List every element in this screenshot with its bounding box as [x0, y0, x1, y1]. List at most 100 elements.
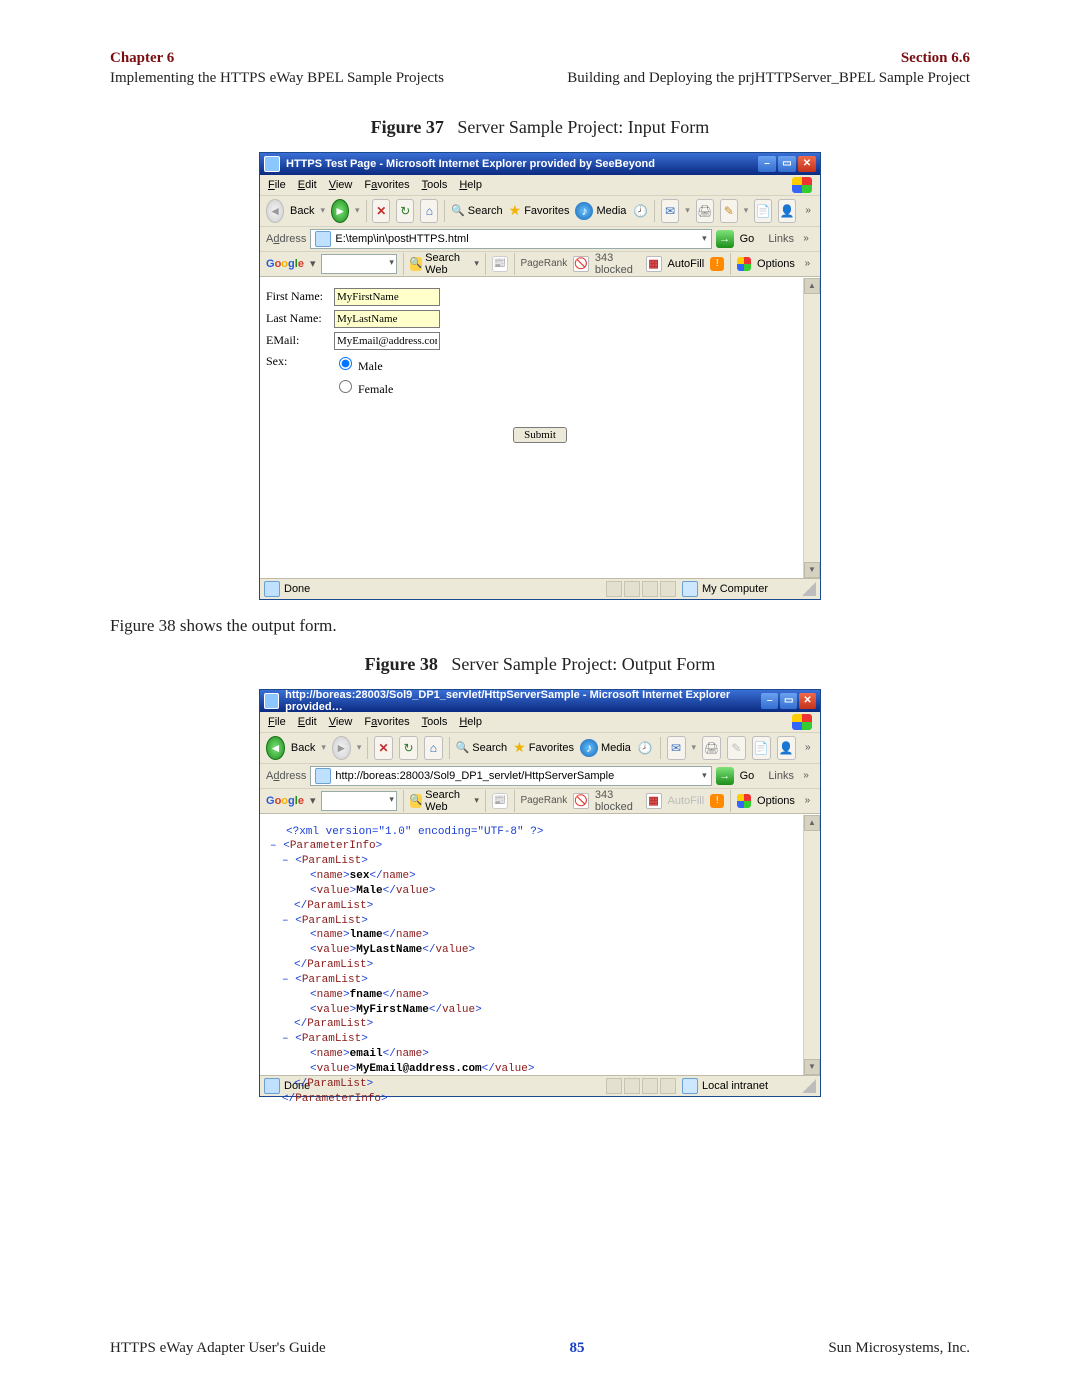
google-autofill[interactable]: ▦AutoFill [646, 793, 705, 809]
first-name-input[interactable] [334, 288, 440, 306]
forward-button[interactable]: ► [331, 199, 349, 223]
scrollbar[interactable]: ▲ ▼ [803, 278, 820, 578]
search-button[interactable]: 🔍Search [456, 741, 508, 754]
google-overflow[interactable]: » [801, 253, 814, 275]
forward-button[interactable]: ► [332, 736, 351, 760]
google-news[interactable]: 📰 [492, 256, 508, 272]
messenger-button[interactable]: 👤 [777, 736, 796, 760]
discuss-button[interactable]: 📄 [752, 736, 771, 760]
google-alert[interactable]: ! [710, 257, 724, 271]
status-page-icon [264, 581, 280, 597]
go-label: Go [740, 770, 755, 782]
favorites-button[interactable]: ★Favorites [509, 202, 570, 219]
last-name-input[interactable] [334, 310, 440, 328]
discuss-button[interactable]: 📄 [754, 199, 772, 223]
go-button[interactable]: → [716, 767, 734, 785]
print-button[interactable]: 🖨 [702, 736, 721, 760]
chapter-label: Chapter 6 [110, 48, 444, 68]
window-title: http://boreas:28003/Sol9_DP1_servlet/Htt… [285, 689, 759, 713]
google-blocked[interactable]: 🚫343 blocked [573, 252, 639, 276]
google-search-web[interactable]: 🔍Search Web▾ [410, 252, 479, 276]
edit-button[interactable]: ✎ [727, 736, 746, 760]
messenger-button[interactable]: 👤 [778, 199, 796, 223]
page-icon [315, 768, 331, 784]
ie-icon [264, 693, 279, 709]
footer-page-number: 85 [569, 1340, 584, 1357]
close-button[interactable]: ✕ [799, 693, 816, 709]
google-search-input[interactable]: ▾ [321, 791, 396, 811]
favorites-button[interactable]: ★Favorites [513, 739, 574, 756]
xml-output: <?xml version="1.0" encoding="UTF-8" ?>–… [260, 815, 820, 1115]
body-paragraph: Figure 38 shows the output form. [110, 616, 970, 636]
back-button[interactable]: ◄ [266, 736, 285, 760]
google-alert[interactable]: ! [710, 794, 724, 808]
close-button[interactable]: ✕ [798, 156, 816, 172]
media-button[interactable]: ♪Media [580, 739, 631, 757]
menu-edit[interactable]: Edit [298, 179, 317, 191]
menu-favorites[interactable]: Favorites [364, 179, 409, 191]
google-search-input[interactable]: ▾ [321, 254, 396, 274]
menu-tools[interactable]: Tools [422, 716, 448, 728]
toolbar-overflow[interactable]: » [802, 737, 814, 759]
menu-tools[interactable]: Tools [422, 179, 448, 191]
content-area: ▲ ▼ <?xml version="1.0" encoding="UTF-8"… [260, 814, 820, 1076]
scrollbar[interactable]: ▲ ▼ [803, 815, 820, 1075]
print-button[interactable]: 🖨 [696, 199, 714, 223]
maximize-button[interactable]: ▭ [778, 156, 796, 172]
windows-logo-icon [792, 177, 812, 193]
menu-help[interactable]: Help [459, 716, 482, 728]
refresh-button[interactable]: ↻ [396, 199, 414, 223]
google-options[interactable]: Options [737, 794, 795, 808]
google-blocked[interactable]: 🚫343 blocked [573, 789, 639, 813]
mail-button[interactable]: ✉ [661, 199, 679, 223]
history-button[interactable]: 🕗 [637, 737, 654, 759]
scroll-up-icon[interactable]: ▲ [804, 815, 820, 831]
google-autofill[interactable]: ▦AutoFill [646, 256, 705, 272]
minimize-button[interactable]: – [758, 156, 776, 172]
radio-male[interactable]: Male [334, 354, 393, 374]
history-button[interactable]: 🕗 [632, 200, 648, 222]
menu-favorites[interactable]: Favorites [364, 716, 409, 728]
edit-button[interactable]: ✎ [720, 199, 738, 223]
go-button[interactable]: → [716, 230, 734, 248]
chapter-subtitle: Implementing the HTTPS eWay BPEL Sample … [110, 68, 444, 88]
refresh-button[interactable]: ↻ [399, 736, 418, 760]
back-button[interactable]: ◄ [266, 199, 284, 223]
address-input[interactable]: E:\temp\in\postHTTPS.html ▾ [310, 229, 711, 249]
menu-file[interactable]: File [268, 179, 286, 191]
media-button[interactable]: ♪Media [575, 202, 626, 220]
search-button[interactable]: 🔍Search [451, 204, 503, 217]
radio-female[interactable]: Female [334, 377, 393, 397]
menu-file[interactable]: File [268, 716, 286, 728]
stop-button[interactable]: ✕ [372, 199, 390, 223]
menu-edit[interactable]: Edit [298, 716, 317, 728]
submit-button[interactable]: Submit [513, 427, 567, 443]
links-overflow[interactable]: » [798, 765, 814, 787]
footer-right: Sun Microsystems, Inc. [828, 1340, 970, 1357]
home-button[interactable]: ⌂ [424, 736, 443, 760]
home-button[interactable]: ⌂ [420, 199, 438, 223]
maximize-button[interactable]: ▭ [780, 693, 797, 709]
figure38-caption: Figure 38 Server Sample Project: Output … [110, 654, 970, 675]
google-overflow[interactable]: » [801, 790, 814, 812]
email-input[interactable] [334, 332, 440, 350]
menu-view[interactable]: View [329, 179, 353, 191]
google-search-web[interactable]: 🔍Search Web▾ [410, 789, 479, 813]
menu-help[interactable]: Help [459, 179, 482, 191]
google-news[interactable]: 📰 [492, 793, 508, 809]
scroll-down-icon[interactable]: ▼ [804, 562, 820, 578]
links-overflow[interactable]: » [798, 228, 814, 250]
content-area: ▲ ▼ First Name: Last Name: EMail: Sex: [260, 277, 820, 579]
menu-view[interactable]: View [329, 716, 353, 728]
stop-button[interactable]: ✕ [374, 736, 393, 760]
toolbar-overflow[interactable]: » [802, 200, 814, 222]
links-label[interactable]: Links [768, 770, 794, 782]
scroll-up-icon[interactable]: ▲ [804, 278, 820, 294]
mail-button[interactable]: ✉ [667, 736, 686, 760]
links-label[interactable]: Links [768, 233, 794, 245]
address-input[interactable]: http://boreas:28003/Sol9_DP1_servlet/Htt… [310, 766, 711, 786]
scroll-down-icon[interactable]: ▼ [804, 1059, 820, 1075]
minimize-button[interactable]: – [761, 693, 778, 709]
resize-grip-icon[interactable] [802, 582, 816, 596]
google-options[interactable]: Options [737, 257, 795, 271]
